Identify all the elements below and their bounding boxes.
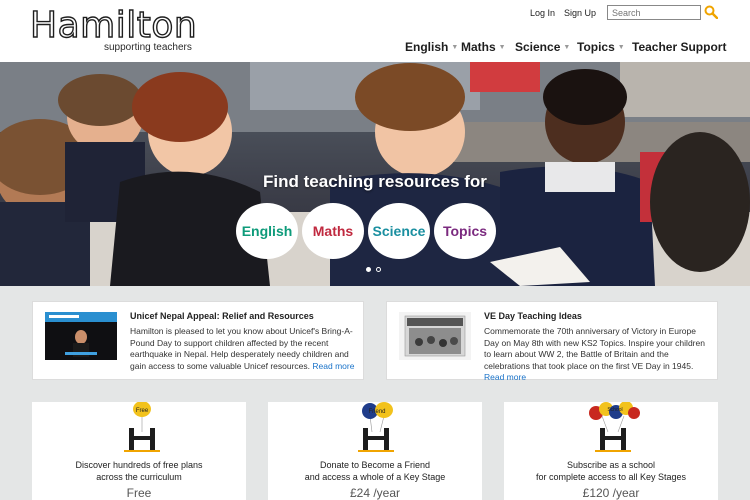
balloons-h-icon: Friend [358,402,394,452]
search-input[interactable] [607,5,701,20]
ve-day-photo-thumbnail[interactable] [399,312,471,360]
news-title[interactable]: VE Day Teaching Ideas [484,311,582,321]
plan-price: £24 /year [349,486,401,500]
search-icon[interactable] [704,5,718,19]
plan-description: Donate to Become a Friend and access a wh… [268,459,482,483]
news-body: Hamilton is pleased to let you know abou… [130,326,355,372]
news-title[interactable]: Unicef Nepal Appeal: Relief and Resource… [130,311,314,321]
news-card: VE Day Teaching Ideas Commemorate the 70… [386,301,718,382]
chevron-down-icon: ▼ [451,44,459,51]
hero-banner: Find teaching resources for English Math… [0,62,750,286]
nav-label: Maths [461,40,496,54]
balloon-label: Friend [368,409,385,415]
balloon-label: Free [136,408,149,414]
slide-dot-active[interactable] [366,267,371,272]
nav-teacher-support[interactable]: Teacher Support [632,40,726,54]
nav-science[interactable]: Science ▼ [515,40,570,54]
news-card: Unicef Nepal Appeal: Relief and Resource… [32,301,364,380]
balloons-h-icon: School [589,402,640,452]
slide-dot[interactable] [376,267,381,272]
plan-card-free[interactable]: Free Discover hundreds of free plans acro… [32,402,246,500]
subject-topics-button[interactable]: Topics [434,203,496,259]
plan-line: for complete access to all Key Stages [535,472,687,482]
nav-maths[interactable]: Maths ▼ [461,40,506,54]
news-body: Commemorate the 70th anniversary of Vict… [484,326,709,384]
balloon-label: School [607,407,622,413]
chevron-down-icon: ▼ [563,44,571,51]
nav-label: Teacher Support [632,40,727,54]
plan-price: Free [126,486,152,500]
hero-title: Find teaching resources for [263,172,487,191]
login-link[interactable]: Log In [530,8,555,18]
nav-english[interactable]: English ▼ [405,40,458,54]
signup-link[interactable]: Sign Up [564,8,596,18]
nav-topics[interactable]: Topics ▼ [577,40,625,54]
plan-line: Donate to Become a Friend [319,460,431,470]
plan-price: £120 /year [582,486,640,500]
plan-line: across the curriculum [96,472,182,482]
read-more-link[interactable]: Read more [312,361,354,371]
unicef-video-thumbnail[interactable] [45,312,117,360]
subject-maths-button[interactable]: Maths [302,203,364,259]
subject-science-button[interactable]: Science [368,203,430,259]
plan-line: Discover hundreds of free plans [75,460,203,470]
plan-card-friend[interactable]: Friend Donate to Become a Friend and acce… [268,402,482,500]
plan-line: Subscribe as a school [566,460,656,470]
chevron-down-icon: ▼ [617,44,625,51]
plan-description: Discover hundreds of free plans across th… [32,459,246,483]
plan-description: Subscribe as a school for complete access… [504,459,718,483]
read-more-link[interactable]: Read more [484,372,526,382]
news-text: Commemorate the 70th anniversary of Vict… [484,326,705,371]
nav-label: Topics [577,40,615,54]
content-area: Unicef Nepal Appeal: Relief and Resource… [0,286,750,500]
plan-line: and access a whole of a Key Stage [304,472,446,482]
subject-english-button[interactable]: English [236,203,298,259]
nav-label: English [405,40,449,54]
plan-card-school[interactable]: School Subscribe as a school for complete… [504,402,718,500]
main-nav: English ▼ Maths ▼ Science ▼ Topics ▼ Teacher… [0,40,750,56]
site-header: Hamilton supporting teachers Log In Sign… [0,0,750,62]
balloon-h-icon: Free [124,402,160,452]
nav-label: Science [515,40,561,54]
chevron-down-icon: ▼ [498,44,506,51]
